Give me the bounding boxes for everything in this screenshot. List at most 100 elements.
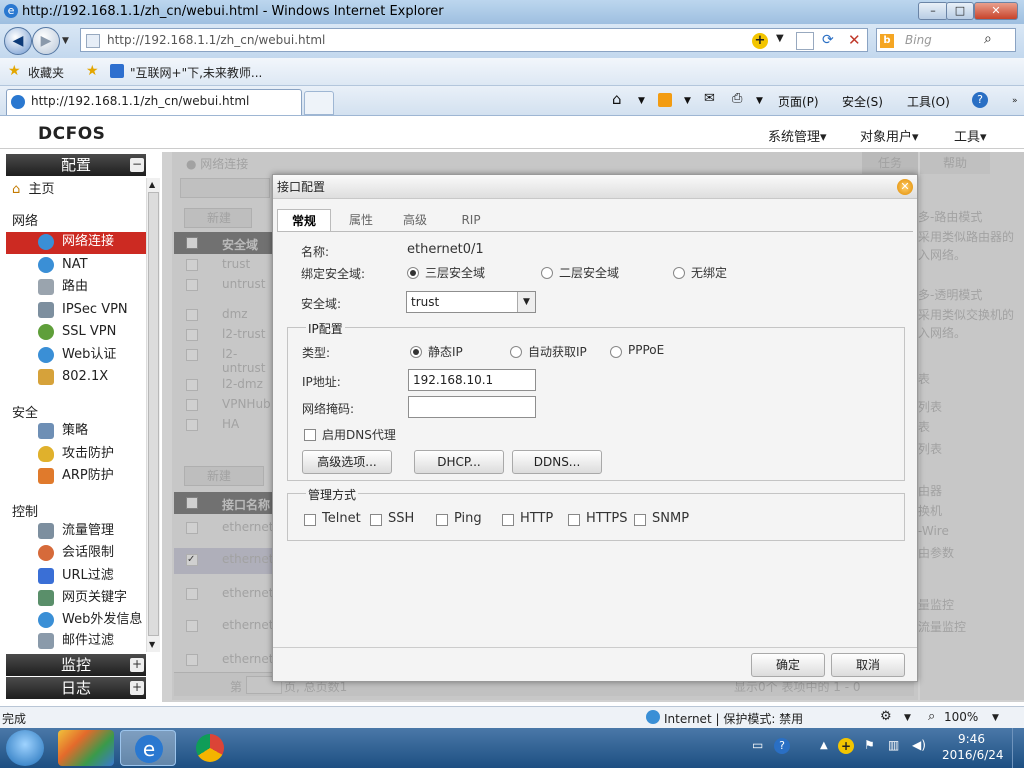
- bind-l2-radio[interactable]: [541, 267, 553, 279]
- new-tab-button[interactable]: [304, 91, 334, 115]
- show-desktop-button[interactable]: [1012, 728, 1024, 768]
- print-icon[interactable]: ⎙: [732, 91, 742, 106]
- url-input[interactable]: http://192.168.1.1/zh_cn/webui.html: [80, 28, 868, 52]
- print-dropdown-icon[interactable]: ▼: [756, 96, 763, 106]
- zoom-icon[interactable]: ⌕: [928, 709, 935, 724]
- ping-checkbox[interactable]: [436, 514, 448, 526]
- refresh-icon[interactable]: ⟳: [822, 32, 834, 48]
- maximize-button[interactable]: □: [946, 2, 974, 20]
- clock-date[interactable]: 2016/6/24: [942, 748, 1004, 762]
- menu-system[interactable]: 系统管理▾: [768, 126, 827, 145]
- mail-icon[interactable]: ✉: [704, 91, 715, 106]
- forward-button[interactable]: ▶: [32, 27, 60, 55]
- tray-expand-icon[interactable]: ▲: [820, 740, 828, 751]
- more-icon[interactable]: »: [1012, 96, 1018, 106]
- expand-icon[interactable]: +: [130, 681, 144, 695]
- sidebar-monitor-header[interactable]: 监控 +: [6, 654, 146, 676]
- ip-input[interactable]: 192.168.10.1: [408, 369, 536, 391]
- feeds-icon[interactable]: [658, 93, 672, 107]
- scroll-thumb[interactable]: [148, 192, 159, 636]
- bind-none-radio[interactable]: [673, 267, 685, 279]
- zone-settings-icon[interactable]: ⚙: [880, 709, 892, 724]
- sidebar-item-route[interactable]: 路由: [38, 277, 88, 297]
- tray-help-icon[interactable]: ?: [774, 738, 790, 754]
- compat-view-icon[interactable]: [796, 32, 814, 50]
- sidebar-item-8021x[interactable]: 802.1X: [38, 367, 108, 387]
- scroll-up-icon[interactable]: ▲: [149, 180, 155, 189]
- type-static-radio[interactable]: [410, 346, 422, 358]
- tab-general[interactable]: 常规: [277, 209, 331, 231]
- home-icon[interactable]: ⌂: [612, 90, 622, 108]
- tab-advanced[interactable]: 高级: [389, 209, 441, 231]
- ddns-button[interactable]: DDNS...: [512, 450, 602, 474]
- scroll-down-icon[interactable]: ▼: [149, 640, 155, 649]
- sidebar-item-webauth[interactable]: Web认证: [38, 345, 116, 365]
- dhcp-button[interactable]: DHCP...: [414, 450, 504, 474]
- url-dropdown-icon[interactable]: ▼: [776, 33, 784, 44]
- sidebar-item-url[interactable]: URL过滤: [38, 566, 114, 586]
- close-window-button[interactable]: ✕: [974, 2, 1018, 20]
- dialog-close-icon[interactable]: ✕: [897, 179, 913, 195]
- taskbar-app-icon[interactable]: [58, 730, 114, 766]
- clock-time[interactable]: 9:46: [958, 732, 985, 746]
- sidebar-item-keyword[interactable]: 网页关键字: [38, 588, 127, 608]
- cancel-button[interactable]: 取消: [831, 653, 905, 677]
- sidebar-item-webout[interactable]: Web外发信息: [38, 610, 142, 630]
- sidebar-item-traffic[interactable]: 流量管理: [38, 521, 114, 541]
- tray-flag-icon[interactable]: ⚑: [864, 738, 875, 752]
- history-dropdown-icon[interactable]: ▼: [62, 36, 69, 46]
- tray-network-icon[interactable]: ▥: [888, 738, 899, 752]
- expand-icon[interactable]: +: [130, 658, 144, 672]
- search-input[interactable]: Bing: [876, 28, 1016, 52]
- tab-rip[interactable]: RIP: [445, 209, 497, 231]
- tray-plus-icon[interactable]: +: [838, 738, 854, 754]
- sidebar-item-arp[interactable]: ARP防护: [38, 466, 114, 486]
- snmp-checkbox[interactable]: [634, 514, 646, 526]
- telnet-checkbox[interactable]: [304, 514, 316, 526]
- start-button[interactable]: [6, 730, 44, 766]
- sidebar-item-sslvpn[interactable]: SSL VPN: [38, 322, 116, 342]
- type-pppoe-radio[interactable]: [610, 346, 622, 358]
- safety-menu[interactable]: 安全(S): [842, 93, 883, 110]
- compat-add-icon[interactable]: +: [752, 33, 768, 49]
- sidebar-config-header[interactable]: 配置 −: [6, 154, 146, 176]
- bind-l3-radio[interactable]: [407, 267, 419, 279]
- ssh-checkbox[interactable]: [370, 514, 382, 526]
- sidebar-log-header[interactable]: 日志 +: [6, 677, 146, 699]
- menu-tools[interactable]: 工具▾: [954, 126, 987, 145]
- https-checkbox[interactable]: [568, 514, 580, 526]
- help-icon[interactable]: ?: [972, 92, 988, 108]
- chevron-down-icon[interactable]: ▼: [517, 292, 535, 312]
- sidebar-item-mail[interactable]: 邮件过滤: [38, 631, 114, 651]
- sidebar-item-nat[interactable]: NAT: [38, 255, 88, 275]
- sidebar-item-attack[interactable]: 攻击防护: [38, 444, 114, 464]
- zoom-level[interactable]: 100%: [944, 710, 978, 724]
- advanced-options-button[interactable]: 高级选项...: [302, 450, 392, 474]
- home-dropdown-icon[interactable]: ▼: [638, 96, 645, 106]
- dns-proxy-checkbox[interactable]: [304, 429, 316, 441]
- menu-objects[interactable]: 对象用户▾: [860, 126, 919, 145]
- minimize-button[interactable]: –: [918, 2, 948, 20]
- taskbar-chrome-icon[interactable]: [182, 730, 238, 766]
- taskbar-ie-icon[interactable]: e: [120, 730, 176, 766]
- mask-input[interactable]: [408, 396, 536, 418]
- feeds-dropdown-icon[interactable]: ▼: [684, 96, 691, 106]
- sidebar-item-network-connect[interactable]: 网络连接: [38, 232, 114, 252]
- current-tab[interactable]: http://192.168.1.1/zh_cn/webui.html: [6, 89, 302, 115]
- favorites-button[interactable]: 收藏夹: [28, 64, 64, 81]
- type-dhcp-radio[interactable]: [510, 346, 522, 358]
- http-checkbox[interactable]: [502, 514, 514, 526]
- collapse-icon[interactable]: −: [130, 158, 144, 172]
- zone-status[interactable]: Internet | 保护模式: 禁用: [664, 710, 803, 727]
- favorite-link[interactable]: "互联网+"下,未来教师...: [130, 64, 262, 81]
- add-favorite-icon[interactable]: ★: [86, 63, 99, 79]
- page-menu[interactable]: 页面(P): [778, 93, 819, 110]
- zone-dropdown-icon[interactable]: ▼: [904, 713, 911, 723]
- ok-button[interactable]: 确定: [751, 653, 825, 677]
- sidebar-home[interactable]: ⌂ 主页: [12, 178, 55, 197]
- zoom-dropdown-icon[interactable]: ▼: [992, 713, 999, 723]
- search-icon[interactable]: ⌕: [984, 31, 992, 47]
- tray-volume-icon[interactable]: ◀): [912, 738, 926, 752]
- back-button[interactable]: ◀: [4, 27, 32, 55]
- zone-select[interactable]: trust ▼: [406, 291, 536, 313]
